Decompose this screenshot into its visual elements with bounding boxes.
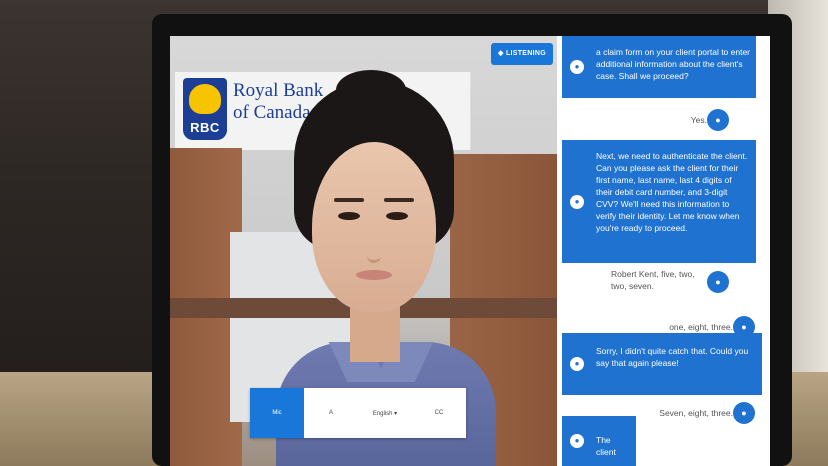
chat-message-text: a claim form on your client portal to en… bbox=[596, 47, 751, 81]
listening-button[interactable]: ◆ LISTENING bbox=[491, 43, 553, 65]
toolbar-language[interactable]: English ▾ bbox=[358, 388, 412, 438]
avatar-nose bbox=[367, 230, 381, 263]
toolbar-text[interactable]: A bbox=[304, 388, 358, 438]
avatar-scene: RBC Royal Bank of Canada ◆ LISTENING Mic… bbox=[170, 36, 560, 466]
chat-message-bot: ● Sorry, I didn't quite catch that. Coul… bbox=[562, 333, 762, 395]
lion-icon bbox=[189, 84, 221, 114]
chat-message-user: Yes. ● bbox=[569, 108, 739, 132]
bot-avatar-icon: ● bbox=[570, 194, 584, 209]
rbc-logo: RBC bbox=[183, 78, 227, 140]
chat-message-text: The client bbox=[596, 435, 616, 457]
chat-message-text: Yes. bbox=[690, 115, 707, 125]
avatar-hair-bun bbox=[336, 70, 406, 110]
chat-message-bot: ● Next, we need to authenticate the clie… bbox=[562, 140, 756, 263]
avatar-brow-left bbox=[334, 198, 364, 202]
bot-avatar-icon: ● bbox=[570, 60, 584, 74]
user-avatar-icon: ● bbox=[707, 109, 729, 131]
avatar-lips bbox=[356, 270, 392, 280]
chat-message-bot: ● The client bbox=[562, 416, 636, 466]
chat-message-text: Sorry, I didn't quite catch that. Could … bbox=[596, 346, 749, 368]
avatar-face bbox=[312, 142, 436, 312]
toolbar-mic[interactable]: Mic bbox=[250, 388, 304, 438]
controls-toolbar: Mic A English ▾ CC bbox=[250, 388, 466, 438]
toolbar-captions[interactable]: CC bbox=[412, 388, 466, 438]
screen: RBC Royal Bank of Canada ◆ LISTENING Mic… bbox=[170, 36, 770, 466]
avatar-brow-right bbox=[384, 198, 414, 202]
chat-message-bot: ● a claim form on your client portal to … bbox=[562, 36, 756, 98]
rbc-logo-text: RBC bbox=[190, 120, 220, 135]
chat-message-text: one, eight, three. bbox=[669, 322, 733, 332]
avatar-eye-left bbox=[338, 212, 360, 220]
chat-message-text: Seven, eight, three. bbox=[659, 408, 733, 418]
chat-message-text: Robert Kent, five, two, two, seven. bbox=[611, 269, 695, 291]
bot-avatar-icon: ● bbox=[570, 357, 584, 371]
user-avatar-icon: ● bbox=[733, 402, 755, 424]
avatar-eye-right bbox=[386, 212, 408, 220]
chat-message-user: Robert Kent, five, two, two, seven. ● bbox=[569, 268, 739, 296]
chat-message-text: Next, we need to authenticate the client… bbox=[596, 151, 748, 233]
chat-panel: ● a claim form on your client portal to … bbox=[557, 36, 770, 466]
user-avatar-icon: ● bbox=[707, 271, 729, 293]
bot-avatar-icon: ● bbox=[570, 434, 584, 448]
